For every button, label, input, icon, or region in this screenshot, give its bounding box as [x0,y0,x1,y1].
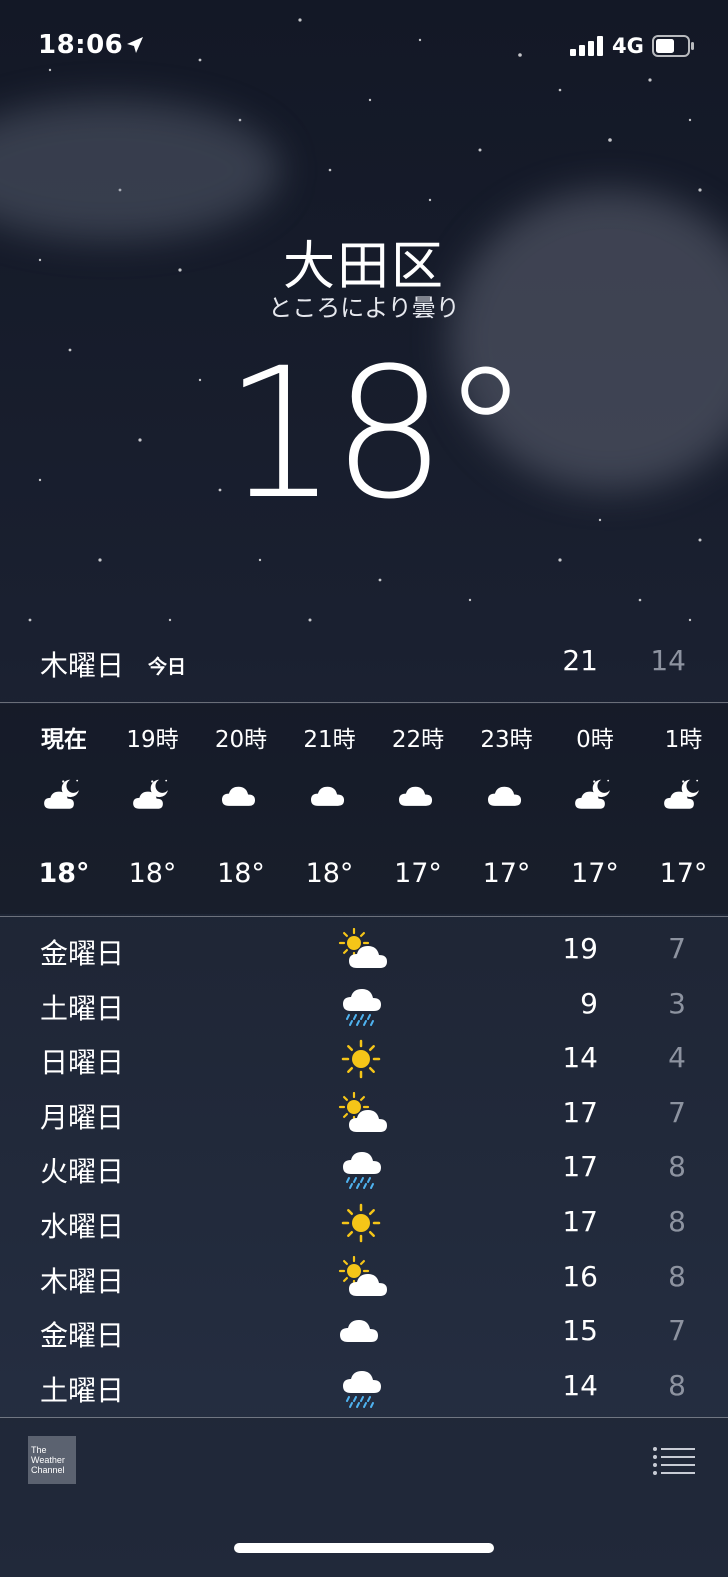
weather-condition: ところにより曇り [268,294,460,322]
today-summary-row: 木曜日 今日 21 14 [0,640,728,684]
day-high: 16 [562,1259,598,1293]
sun-icon [338,1037,388,1081]
cloud-icon [398,778,438,818]
battery-icon [652,35,694,57]
footer-bar: The Weather Channel [0,1418,728,1577]
sun-icon [338,1201,388,1245]
status-time: 18:06 [38,30,124,60]
divider [0,702,728,703]
hour-label: 1時 [664,727,703,753]
hourly-item: 21時 18° [286,704,374,914]
daily-row: 火曜日 17 8 [0,1140,728,1194]
sun-cloud-icon [338,927,388,972]
hour-label: 23時 [480,727,533,753]
hour-label: 21時 [303,727,356,753]
hour-label: 0時 [576,727,614,753]
hourly-item: 0時 17° [551,704,639,914]
hour-temperature: 17° [659,858,708,889]
moon-cloud-icon [44,778,84,818]
today-high: 21 [562,644,598,677]
hour-temperature: 18° [128,858,177,889]
day-name: 木曜日 [40,1264,125,1298]
rain-icon [338,1146,388,1190]
day-low: 7 [668,1314,686,1348]
daily-row: 日曜日 14 4 [0,1031,728,1085]
hour-label: 19時 [126,727,179,753]
daily-row: 土曜日 14 8 [0,1359,728,1413]
hour-temperature: 18° [217,858,265,889]
location-arrow-icon [127,37,143,53]
day-low: 8 [668,1205,686,1238]
day-low: 8 [668,1259,686,1293]
day-high: 17 [562,1205,598,1238]
day-name: 金曜日 [40,1319,125,1353]
daily-row: 木曜日 16 8 [0,1250,728,1304]
cloud-icon [310,778,350,818]
day-high: 14 [562,1368,598,1402]
hourly-item: 1時 17° [640,704,728,914]
day-low: 7 [668,932,686,965]
daily-row: 金曜日 15 7 [0,1304,728,1358]
current-temperature: 18° [223,330,530,539]
status-bar: 18:06 4G [0,28,728,68]
daily-row: 水曜日 17 8 [0,1195,728,1249]
day-high: 17 [562,1095,598,1129]
cellular-signal-icon [570,36,603,56]
hour-temperature: 18° [305,858,354,889]
city-list-icon[interactable] [652,1446,696,1476]
day-name: 金曜日 [40,937,125,970]
hour-temperature: 18° [38,858,90,889]
hour-label: 22時 [391,727,445,753]
today-day: 木曜日 [40,649,125,682]
hourly-forecast[interactable]: 現在 18° 19時 18° 20時 18° 21時 18° 22時 17° 23時 17… [0,704,728,914]
divider [0,916,728,917]
daily-row: 金曜日 19 7 [0,922,728,976]
today-tag: 今日 [148,656,187,678]
day-name: 日曜日 [40,1046,125,1080]
cloud-icon [338,1310,388,1354]
home-indicator[interactable] [234,1543,494,1553]
day-name: 土曜日 [40,991,125,1025]
hour-temperature: 17° [482,858,531,889]
weather-channel-logo[interactable]: The Weather Channel [28,1436,76,1484]
day-high: 15 [562,1314,598,1348]
day-name: 月曜日 [40,1100,125,1134]
network-type: 4G [612,34,644,58]
day-low: 8 [668,1150,686,1184]
hour-temperature: 17° [571,858,619,889]
daily-row: 月曜日 17 7 [0,1086,728,1140]
day-high: 14 [562,1041,598,1075]
day-high: 17 [562,1150,598,1184]
hour-temperature: 17° [394,858,442,889]
cloud-icon [221,778,261,818]
daily-row: 土曜日 9 3 [0,977,728,1031]
moon-cloud-icon [132,778,173,818]
day-name: 水曜日 [40,1210,125,1243]
day-low: 7 [668,1095,686,1129]
sun-cloud-icon [338,1255,388,1300]
cloud-icon [487,778,527,818]
hour-label: 現在 [41,727,87,753]
hourly-item: 23時 17° [463,704,551,914]
day-high: 19 [562,932,598,965]
today-low: 14 [650,644,686,677]
day-high: 9 [580,986,598,1020]
moon-cloud-icon [575,778,615,818]
day-name: 土曜日 [40,1373,125,1407]
rain-icon [338,983,388,1027]
hourly-item: 現在 18° [20,704,108,914]
hourly-item: 20時 18° [197,704,285,914]
moon-cloud-icon [663,778,704,818]
day-low: 8 [668,1368,686,1402]
sun-cloud-icon [338,1091,388,1136]
hourly-item: 19時 18° [109,704,197,914]
day-name: 火曜日 [40,1155,125,1189]
hourly-item: 22時 17° [374,704,462,914]
hour-label: 20時 [214,727,268,753]
day-low: 4 [668,1041,686,1075]
rain-icon [338,1365,388,1409]
day-low: 3 [668,986,686,1020]
weather-screen: 18:06 4G 大田区 ところにより曇り 18° 木曜日 今日 21 14 現… [0,0,728,1577]
